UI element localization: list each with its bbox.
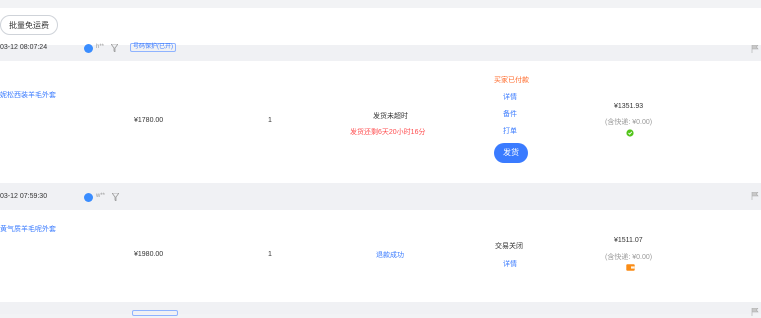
shipping-note: (含快递: ¥0.00) bbox=[605, 254, 653, 261]
order-total: ¥1351.93 bbox=[614, 103, 644, 110]
top-strip bbox=[0, 0, 761, 8]
unit-price: ¥1780.00 bbox=[134, 117, 164, 124]
flag-icon[interactable] bbox=[751, 307, 759, 318]
privacy-tag bbox=[132, 310, 178, 316]
order-time: 03-12 07:59:30 bbox=[0, 193, 48, 200]
buyer-avatar-icon bbox=[84, 193, 93, 202]
flag-icon[interactable] bbox=[751, 44, 759, 55]
privacy-tag: 号码保护(已开) bbox=[130, 43, 176, 52]
batch-free-shipping-button[interactable]: 批量免运费 bbox=[0, 15, 58, 35]
toolbar bbox=[0, 8, 761, 45]
wallet-badge-icon bbox=[626, 264, 635, 273]
detail-link[interactable]: 详情 bbox=[503, 259, 517, 269]
trade-closed-status: 交易关闭 bbox=[495, 243, 523, 250]
buyer-avatar-icon bbox=[84, 44, 93, 53]
refund-status-link[interactable]: 退款成功 bbox=[376, 250, 404, 260]
quantity: 1 bbox=[268, 251, 272, 258]
buyer-name[interactable]: w** bbox=[96, 193, 105, 199]
shipping-note: (含快递: ¥0.00) bbox=[605, 119, 653, 126]
detail-link[interactable]: 详情 bbox=[503, 92, 517, 102]
order-header bbox=[0, 302, 761, 314]
delivery-countdown: 发货还剩6天20小时16分 bbox=[350, 129, 426, 136]
quantity: 1 bbox=[268, 117, 272, 124]
order-time: 03-12 08:07:24 bbox=[0, 44, 48, 51]
flag-icon[interactable] bbox=[751, 191, 759, 202]
filter-icon[interactable] bbox=[110, 43, 119, 54]
order-total: ¥1511.07 bbox=[614, 237, 643, 244]
print-order-link[interactable]: 打单 bbox=[503, 126, 517, 136]
buyer-paid-status: 买家已付款 bbox=[494, 77, 529, 84]
spare-parts-link[interactable]: 备件 bbox=[503, 109, 517, 119]
ship-button[interactable]: 发货 bbox=[494, 143, 528, 163]
product-title-link[interactable]: 黄气质羊毛呢外套 bbox=[0, 224, 56, 234]
product-title-link[interactable]: 妮松西装羊毛外套 bbox=[0, 90, 56, 100]
payment-badge-icon bbox=[626, 129, 634, 139]
filter-icon[interactable] bbox=[111, 192, 120, 203]
unit-price: ¥1980.00 bbox=[134, 251, 164, 258]
delivery-status: 发货未超时 bbox=[373, 113, 408, 120]
buyer-name[interactable]: h** bbox=[96, 44, 104, 50]
